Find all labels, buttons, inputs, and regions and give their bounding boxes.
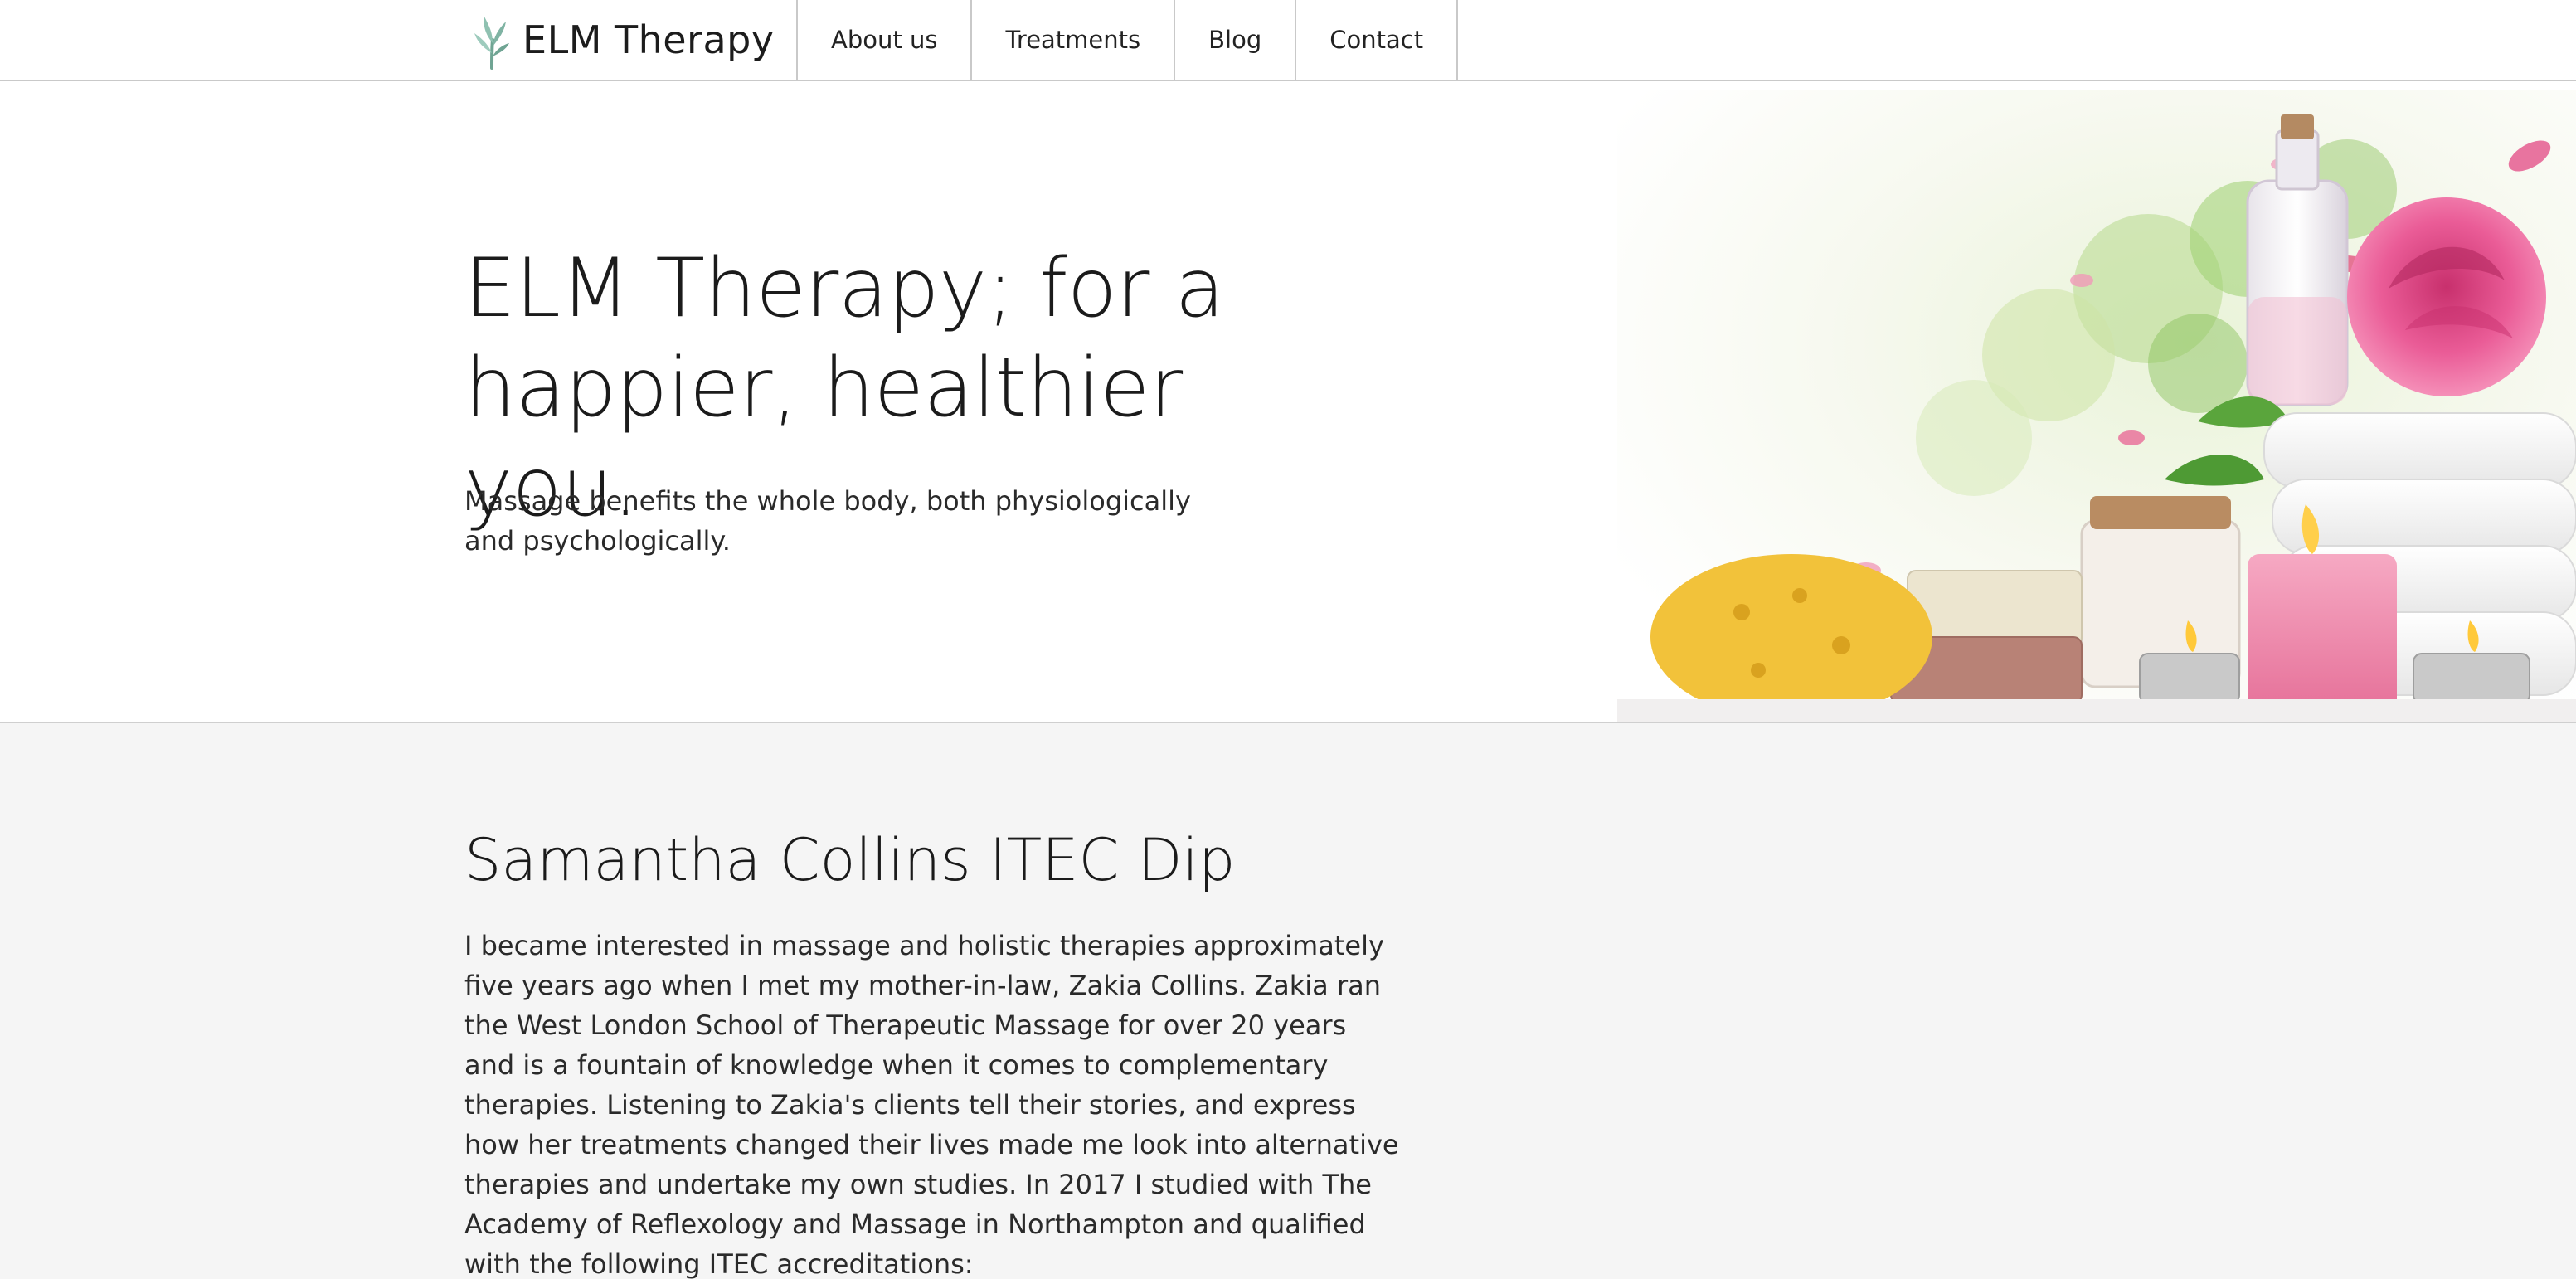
brand-logo-link[interactable]: ELM Therapy — [468, 0, 775, 80]
about-title: Samantha Collins ITEC Dip — [464, 826, 1236, 894]
about-section: Samantha Collins ITEC Dip I became inter… — [0, 722, 2576, 1280]
elm-tree-logo-icon — [474, 17, 509, 70]
brand-name: ELM Therapy — [522, 17, 775, 62]
nav-treatments[interactable]: Treatments — [972, 0, 1176, 80]
site-header: ELM Therapy About us Treatments Blog Con… — [0, 0, 2576, 81]
spa-still-life-illustration — [1617, 90, 2576, 722]
hero-subtitle: Massage benefits the whole body, both ph… — [464, 485, 1191, 557]
nav-blog[interactable]: Blog — [1175, 0, 1297, 80]
spa-hero-image — [1617, 90, 2576, 722]
main-nav: About us Treatments Blog Contact — [796, 0, 1459, 80]
hero-section: ELM Therapy; for a happier, healthier yo… — [0, 81, 2576, 722]
nav-contact[interactable]: Contact — [1296, 0, 1459, 80]
about-body: I became interested in massage and holis… — [464, 930, 1399, 1280]
nav-about-us[interactable]: About us — [798, 0, 973, 80]
